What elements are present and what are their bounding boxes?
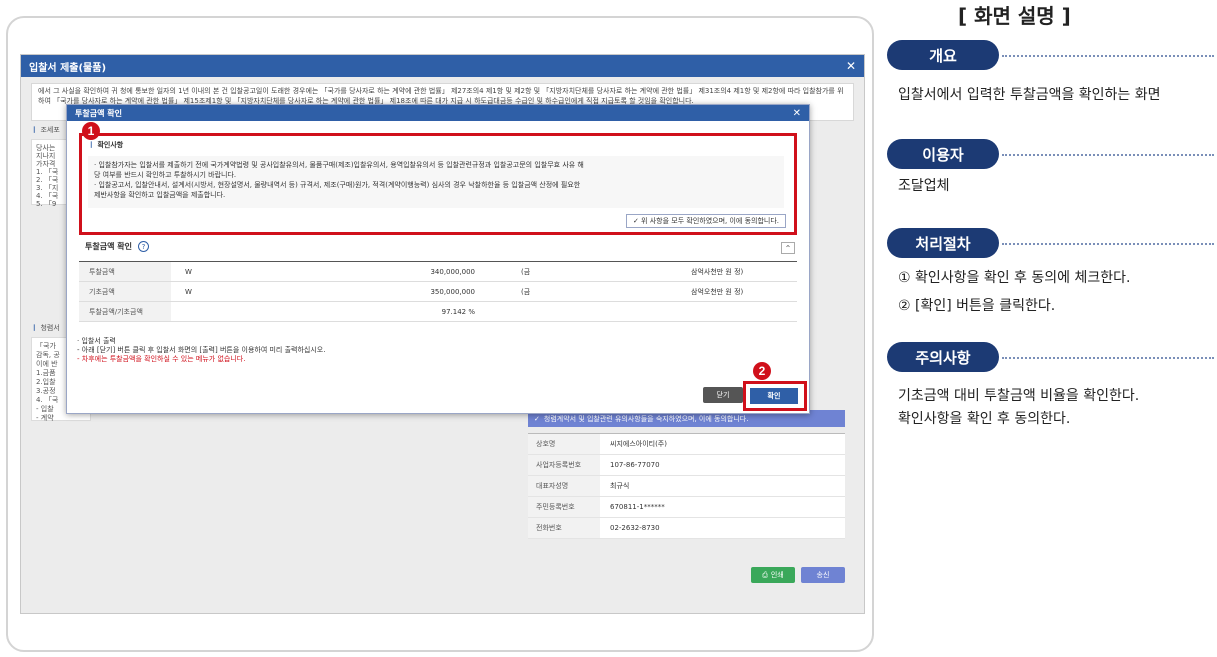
print-button[interactable]: ⎙ 인쇄 [751,567,795,583]
close-button[interactable]: 닫기 [703,387,743,403]
amount-prefix: (금 [521,267,531,276]
collapse-icon[interactable]: ⌃ [781,242,795,254]
info-key: 사업자등록번호 [528,455,600,475]
table-row: 기초금액 W 350,000,000 (금 삼억오천만 원 정) [79,282,797,302]
caution-line-2: 확인사항을 확인 후 동의한다. [898,411,1071,427]
confirm-line: · 입찰참가자는 입찰서를 제출하기 전에 국가계약법령 및 공사입찰유의서, … [94,161,584,169]
modal-title: 투찰금액 확인 [75,108,122,118]
bid-amount-table: 투찰금액 W 340,000,000 (금 삼억사천만 원 정) 기초금액 W … [79,261,797,322]
currency: W [185,267,192,276]
amount: 350,000,000 [430,287,475,296]
table-row: 사업자등록번호 107-86-77070 [528,455,845,476]
procedure-step-2: ② [확인] 버튼을 클릭한다. [898,298,1056,314]
info-key: 상호명 [528,434,600,454]
company-info-table: 상호명 씨지에스아이티(주) 사업자등록번호 107-86-77070 대표자성명 최… [528,433,845,539]
user-label: 이용자 [887,139,999,169]
row-label: 투찰금액/기초금액 [79,302,171,321]
table-row: 상호명 씨지에스아이티(주) [528,434,845,455]
confirm-line: 당 여부를 반드시 확인하고 투찰하시기 바랍니다. [94,171,237,179]
procedure-step-1: ① 확인사항을 확인 후 동의에 체크한다. [898,270,1131,286]
step-badge-2: 2 [753,362,771,380]
help-icon[interactable]: ? [137,241,149,252]
bid-amount-confirm-modal: 투찰금액 확인 ✕ ㅣ 확인사항 · 입찰참가자는 입찰서를 제출하기 전에 국가… [66,104,810,414]
amount-korean: 삼억오천만 원 정) [691,287,744,296]
table-row: 주민등록번호 670811-1****** [528,497,845,518]
info-value: 670811-1****** [610,503,665,511]
confirm-line: 제반사항을 확인하고 입찰금액을 제출합니다. [94,191,226,199]
integrity-agree-label: 청렴계약서 및 입찰관련 유의사항들을 숙지하였으며, 이에 동의합니다. [543,414,749,423]
divider [1002,243,1214,245]
modal-close-icon[interactable]: ✕ [793,108,801,119]
info-value: 02-2632-8730 [610,524,660,532]
confirm-heading: ㅣ 확인사항 [88,141,124,149]
info-key: 주민등록번호 [528,497,600,517]
tax-line: 5. 「9 [36,200,57,208]
ok-button-highlight: 확인 [743,381,807,411]
table-row: 투찰금액/기초금액 97.142 % [79,302,797,322]
section-tax-heading: ㅣ 조세포 [31,126,60,134]
info-value: 최규식 [610,482,630,490]
overview-label: 개요 [887,40,999,70]
print-note: · 입찰서 출력 - 아래 [닫기] 버튼 클릭 후 입찰서 화면의 [출력] … [77,337,325,364]
printer-icon: ⎙ [762,570,768,579]
print-note-warning: - 차후에는 투찰금액을 확인하실 수 있는 메뉴가 없습니다. [77,355,246,363]
overview-text: 입찰서에서 입력한 투찰금액을 확인하는 화면 [898,87,1161,103]
info-key: 대표자성명 [528,476,600,496]
divider [1002,154,1214,156]
caution-label: 주의사항 [887,342,999,372]
send-button[interactable]: 송신 [801,567,845,583]
table-row: 투찰금액 W 340,000,000 (금 삼억사천만 원 정) [79,262,797,282]
amount: 340,000,000 [430,267,475,276]
panel-title: [ 화면 설명 ] [958,4,1071,28]
info-value: 씨지에스아이티(주) [610,440,667,448]
caution-line-1: 기초금액 대비 투찰금액 비율을 확인한다. [898,388,1140,404]
close-icon[interactable]: ✕ [846,59,856,73]
ratio: 97.142 % [441,307,475,316]
confirm-line: · 입찰공고서, 입찰안내서, 설계서(시방서, 현장설명서, 물량내역서 등)… [94,181,581,189]
currency: W [185,287,192,296]
agree-all-checkbox[interactable]: ✓ 위 사항을 모두 확인하였으며, 이에 동의합니다. [625,214,786,228]
procedure-label: 처리절차 [887,228,999,258]
info-key: 전화번호 [528,518,600,538]
amount-prefix: (금 [521,287,531,296]
bid-window-titlebar: 입찰서 제출(물품) ✕ [21,55,864,77]
modal-titlebar: 투찰금액 확인 ✕ [67,105,809,121]
screenshot-frame: 입찰서 제출(물품) ✕ 에서 그 사실을 확인하여 귀 청에 통보한 일자의 … [6,16,874,652]
table-row: 대표자성명 최규식 [528,476,845,497]
step-badge-1: 1 [82,122,100,140]
section-integrity-heading: ㅣ 청렴서 [31,324,60,332]
info-value: 107-86-77070 [610,461,660,469]
integrity-line: - 계약 [36,414,54,422]
row-label: 기초금액 [79,282,171,301]
divider [1002,357,1214,359]
row-label: 투찰금액 [79,262,171,281]
ok-button[interactable]: 확인 [750,388,798,404]
amount-korean: 삼억사천만 원 정) [691,267,744,276]
confirm-text: · 입찰참가자는 입찰서를 제출하기 전에 국가계약법령 및 공사입찰유의서, … [88,156,784,208]
print-note-heading: · 입찰서 출력 [77,337,116,345]
divider [1002,55,1214,57]
table-row: 전화번호 02-2632-8730 [528,518,845,539]
user-text: 조달업체 [898,178,950,194]
bid-heading-label: 투찰금액 확인 [85,242,132,251]
print-note-line: - 아래 [닫기] 버튼 클릭 후 입찰서 화면의 [출력] 버튼을 이용하여 … [77,346,326,354]
confirm-items-box: ㅣ 확인사항 · 입찰참가자는 입찰서를 제출하기 전에 국가계약법령 및 공사입… [79,133,797,235]
bid-window-title: 입찰서 제출(물품) [29,62,107,74]
bid-section-heading: 투찰금액 확인 ? [85,241,149,252]
